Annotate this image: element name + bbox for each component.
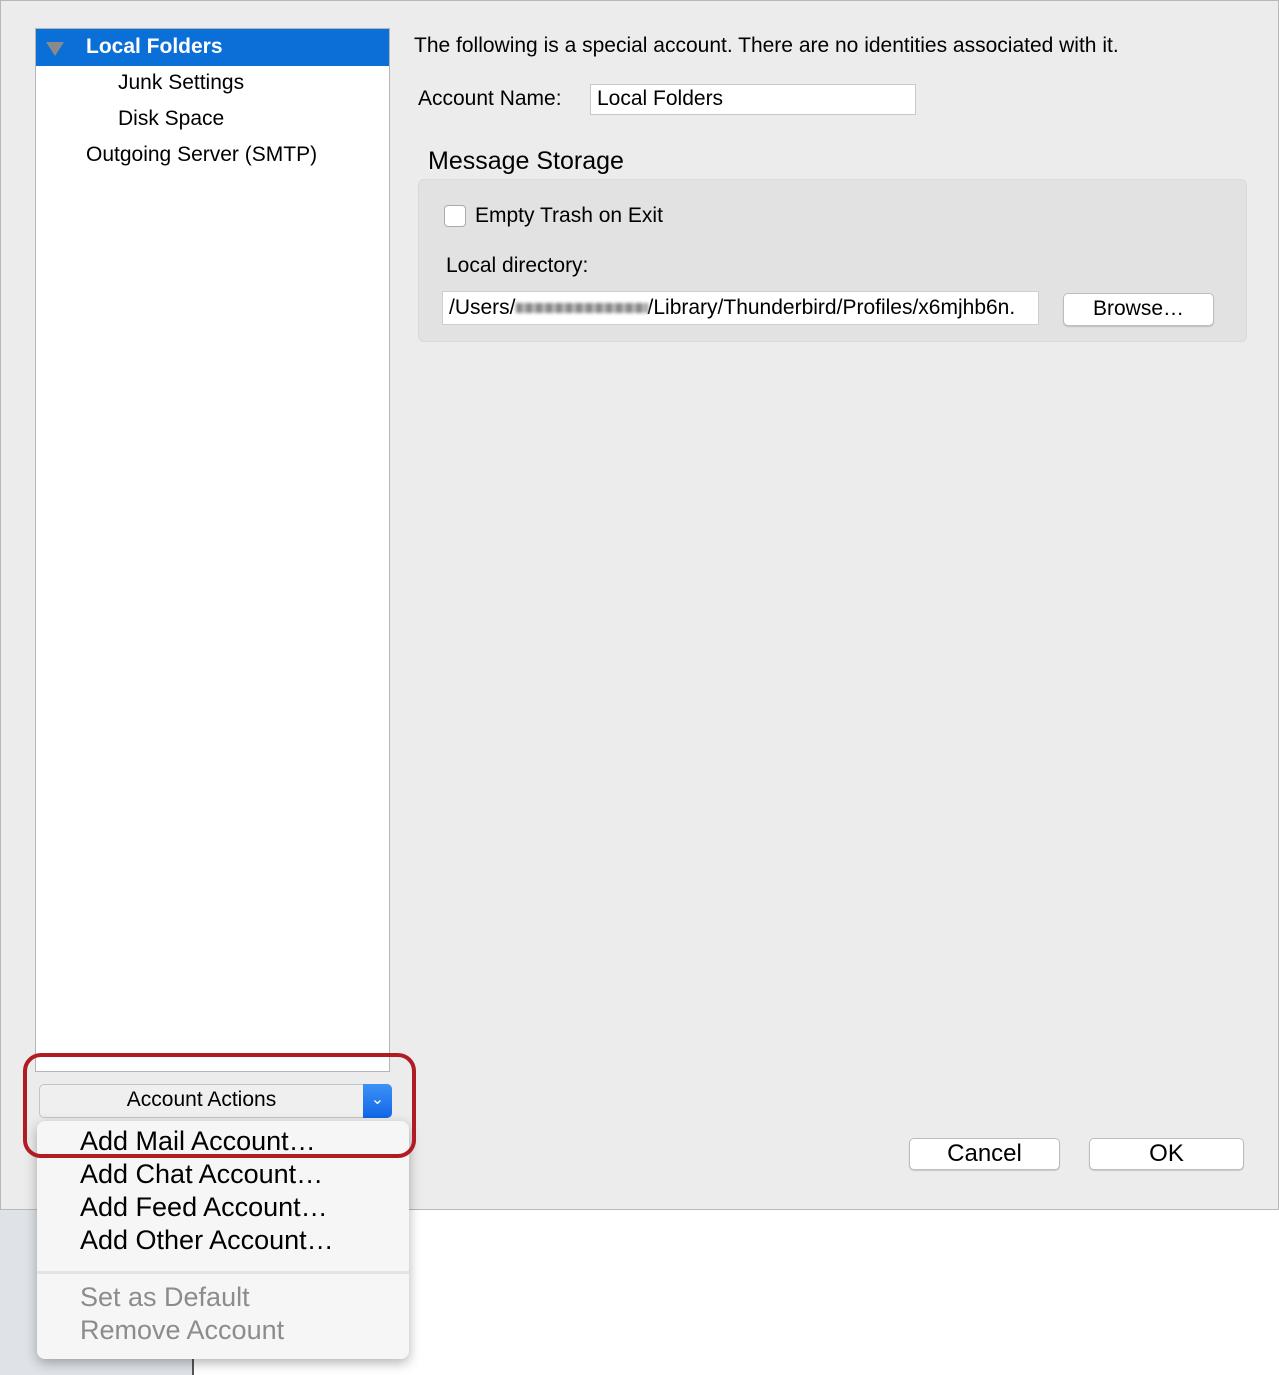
account-settings-window: Local Folders Junk Settings Disk Space O… [0, 0, 1279, 1210]
intro-text: The following is a special account. Ther… [414, 34, 1119, 57]
ok-button[interactable]: OK [1089, 1138, 1244, 1170]
message-storage-title: Message Storage [428, 147, 624, 175]
dir-suffix: /Library/Thunderbird/Profiles/x6mjhb6n. [647, 296, 1016, 319]
account-name-label: Account Name: [418, 87, 562, 110]
local-directory-label: Local directory: [446, 254, 589, 277]
empty-trash-checkbox[interactable] [444, 205, 466, 227]
highlight-annotation [23, 1053, 416, 1158]
account-tree: Local Folders Junk Settings Disk Space O… [35, 28, 390, 1072]
menu-item-add-chat-account[interactable]: Add Chat Account… [80, 1159, 323, 1190]
menu-item-add-feed-account[interactable]: Add Feed Account… [80, 1192, 328, 1223]
menu-item-add-other-account[interactable]: Add Other Account… [80, 1225, 334, 1256]
menu-separator [37, 1271, 409, 1274]
browse-button[interactable]: Browse… [1063, 293, 1214, 326]
tree-item-label: Local Folders [86, 35, 223, 58]
dir-prefix: /Users/ [449, 296, 516, 319]
tree-item-disk-space[interactable]: Disk Space [118, 107, 224, 131]
tree-item-local-folders[interactable]: Local Folders [36, 29, 389, 66]
tree-item-junk-settings[interactable]: Junk Settings [118, 71, 244, 95]
menu-item-set-as-default: Set as Default [80, 1282, 250, 1312]
local-directory-input[interactable]: /Users/ /Library/Thunderbird/Profiles/x6m… [442, 291, 1039, 325]
redacted-username [515, 303, 648, 314]
cancel-button[interactable]: Cancel [909, 1138, 1060, 1170]
menu-item-remove-account: Remove Account [80, 1315, 285, 1345]
empty-trash-label[interactable]: Empty Trash on Exit [475, 204, 663, 228]
disclosure-triangle-icon[interactable] [46, 42, 64, 56]
tree-item-outgoing-server[interactable]: Outgoing Server (SMTP) [86, 143, 317, 167]
account-name-input[interactable]: Local Folders [590, 84, 916, 115]
